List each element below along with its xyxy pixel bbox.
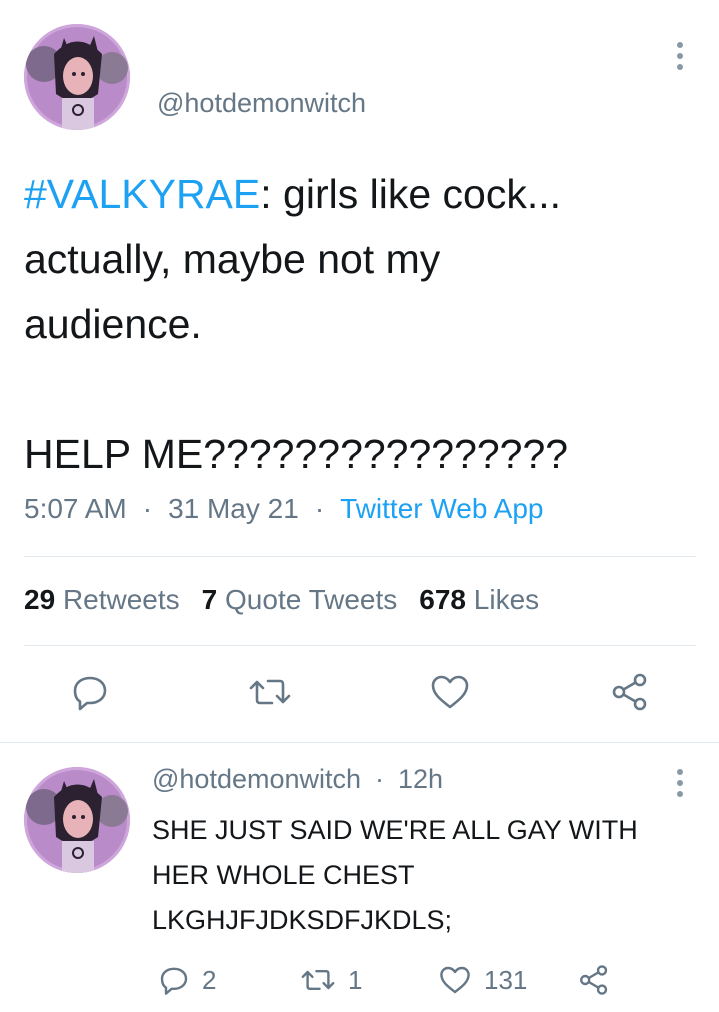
tweet-source[interactable]: Twitter Web App — [340, 493, 543, 524]
tweet-text: #VALKYRAE: girls like cock... actually, … — [24, 162, 694, 487]
retweet-icon — [301, 970, 335, 990]
separator-dot: · — [142, 493, 153, 524]
reply-text-line1: SHE JUST SAID WE'RE ALL GAY WITH — [152, 815, 638, 845]
likes-count: 678 — [419, 584, 466, 615]
share-button[interactable] — [608, 670, 652, 714]
reply-like-button[interactable]: 131 — [438, 964, 527, 996]
reply-text-line3: LKGHJFJDKSDFJKDLS; — [152, 905, 453, 935]
divider — [0, 742, 719, 743]
reply-icon — [73, 676, 107, 711]
hashtag-link[interactable]: #VALKYRAE — [24, 171, 260, 217]
tweet-text-line2: actually, maybe not my — [24, 236, 441, 282]
likes-label: Likes — [473, 584, 540, 615]
reply-avatar[interactable] — [24, 767, 130, 873]
like-button[interactable] — [428, 670, 472, 714]
reply-header: @hotdemonwitch · 12h — [152, 764, 443, 795]
avatar[interactable] — [24, 24, 130, 130]
share-icon — [580, 965, 608, 995]
reply-text: SHE JUST SAID WE'RE ALL GAY WITH HER WHO… — [152, 808, 702, 943]
likes-stat[interactable]: 678 Likes — [419, 584, 539, 615]
reply-time[interactable]: 12h — [398, 764, 443, 794]
divider — [24, 556, 696, 557]
reply-button[interactable] — [68, 670, 112, 714]
reply-icon — [160, 967, 188, 995]
tweet-text-line1: : girls like cock... — [260, 171, 561, 217]
reply-more-vertical-icon[interactable] — [672, 768, 688, 798]
heart-icon — [431, 675, 469, 709]
reply-like-count: 131 — [484, 964, 528, 995]
more-vertical-icon[interactable] — [672, 40, 688, 72]
reply-retweet-button[interactable]: 1 — [300, 964, 362, 996]
tweet-meta: 5:07 AM · 31 May 21 · Twitter Web App — [24, 493, 544, 525]
tweet-text-line5: HELP ME???????????????? — [24, 431, 569, 477]
retweet-button[interactable] — [248, 670, 292, 714]
reply-handle[interactable]: @hotdemonwitch — [152, 764, 361, 794]
reply-text-line2: HER WHOLE CHEST — [152, 860, 415, 890]
retweets-stat[interactable]: 29 Retweets — [24, 584, 180, 615]
retweets-label: Retweets — [62, 584, 180, 615]
reply-reply-button[interactable]: 2 — [158, 964, 216, 996]
heart-icon — [440, 966, 470, 994]
quote-tweets-stat[interactable]: 7 Quote Tweets — [202, 584, 398, 615]
reply-share-button[interactable] — [578, 964, 610, 996]
tweet-stats: 29 Retweets 7 Quote Tweets 678 Likes — [24, 584, 561, 616]
tweet-text-line3: audience. — [24, 301, 202, 347]
tweet-date[interactable]: 31 May 21 — [168, 493, 299, 524]
tweet-text-blank — [24, 357, 694, 422]
quotes-label: Quote Tweets — [225, 584, 398, 615]
retweet-icon — [249, 679, 291, 705]
tweet-time[interactable]: 5:07 AM — [24, 493, 127, 524]
reply-reply-count: 2 — [202, 964, 217, 995]
retweets-count: 29 — [24, 584, 56, 615]
tweet-handle[interactable]: @hotdemonwitch — [157, 88, 366, 119]
reply-retweet-count: 1 — [348, 964, 363, 995]
separator-dot: · — [314, 493, 325, 524]
quotes-count: 7 — [201, 584, 218, 615]
separator-dot: · — [375, 764, 385, 794]
divider — [24, 645, 696, 646]
share-icon — [612, 673, 647, 711]
